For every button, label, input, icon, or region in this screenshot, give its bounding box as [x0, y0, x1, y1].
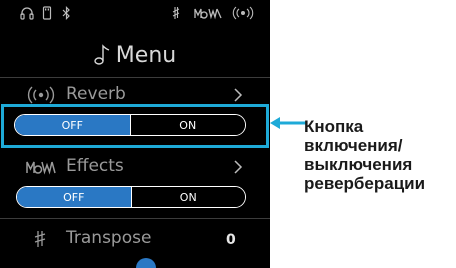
menu-item-label: Reverb: [66, 84, 126, 104]
divider: [0, 77, 270, 78]
chevron-right-icon: [234, 88, 243, 102]
reverb-icon: [27, 86, 55, 104]
toggle-on-option[interactable]: ON: [130, 187, 245, 207]
music-note-icon: [94, 44, 110, 65]
toggle-off-option[interactable]: OFF: [17, 187, 131, 207]
bluetooth-icon: [62, 6, 70, 20]
transpose-icon: [34, 231, 46, 247]
transpose-icon: [172, 7, 180, 19]
chevron-right-icon: [234, 160, 243, 174]
menu-title: Menu: [0, 40, 270, 70]
callout-line: реверберации: [304, 174, 426, 193]
instrument-display: Menu Reverb OFF ON Effects OFF ON Transp…: [0, 0, 270, 268]
menu-title-label: Menu: [115, 42, 177, 68]
effects-toggle[interactable]: OFF ON: [16, 186, 246, 208]
menu-item-transpose[interactable]: Transpose 0: [0, 224, 270, 254]
headphones-icon: [20, 7, 34, 20]
callout-line: включения/: [304, 136, 403, 155]
callout-line: выключения: [304, 155, 413, 174]
reverb-icon: [232, 6, 254, 20]
usb-icon: [42, 6, 52, 20]
menu-item-label: Transpose: [66, 228, 152, 248]
effects-icon: [194, 8, 222, 20]
menu-item-label: Effects: [66, 156, 124, 176]
divider: [0, 218, 270, 219]
callout-line: Кнопка: [304, 117, 364, 136]
effects-icon: [26, 161, 56, 175]
scroll-indicator[interactable]: [136, 258, 156, 268]
callout-label: Кнопка включения/ выключения ревербераци…: [304, 117, 454, 193]
transpose-value: 0: [226, 232, 236, 248]
menu-item-effects[interactable]: Effects: [0, 152, 270, 182]
status-bar: [0, 0, 270, 26]
callout-arrow-icon: [270, 117, 307, 129]
highlight-frame: [1, 104, 269, 148]
